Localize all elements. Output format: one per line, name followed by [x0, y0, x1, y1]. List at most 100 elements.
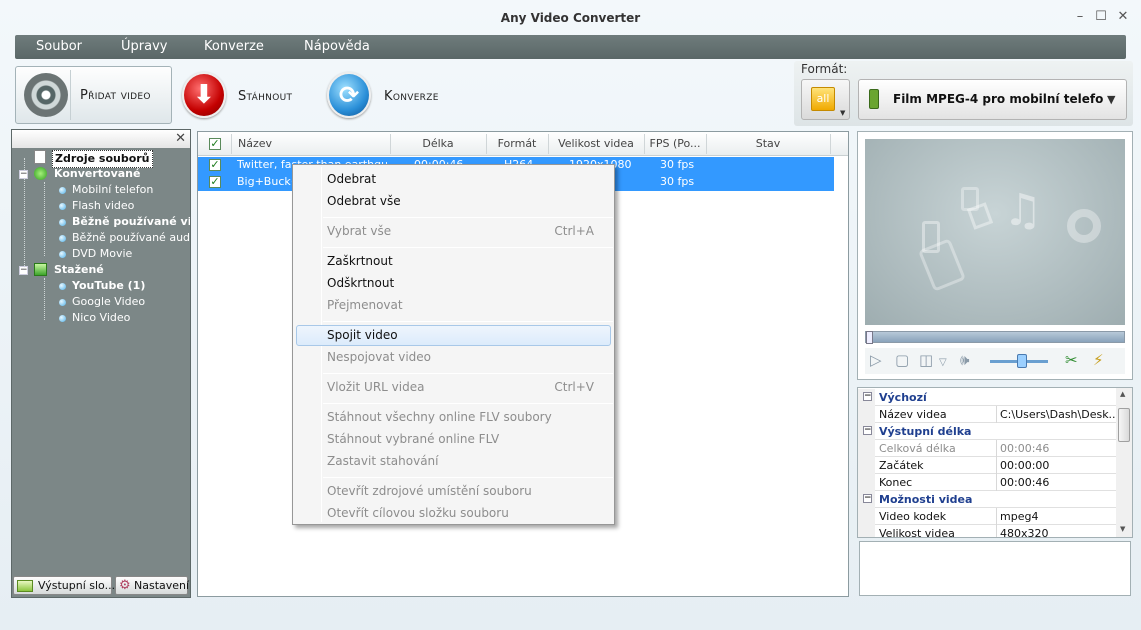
- menu-napoveda[interactable]: Nápověda: [304, 38, 370, 56]
- phone-icon: [922, 221, 940, 253]
- film-reel-icon: [24, 73, 68, 117]
- menu-item-remove[interactable]: Odebrat: [327, 172, 376, 186]
- collapse-icon[interactable]: −: [19, 170, 28, 179]
- download-label[interactable]: Stáhnout: [238, 89, 292, 104]
- menu-item-download-selected-flv: Stáhnout vybrané online FLV: [327, 432, 500, 446]
- scrollbar-thumb[interactable]: [1118, 408, 1130, 442]
- all-formats-icon: all: [811, 87, 835, 111]
- col-length[interactable]: Délka: [390, 137, 486, 150]
- bullet-icon: [59, 235, 66, 242]
- row-checkbox[interactable]: ✓: [209, 176, 221, 188]
- add-video-button[interactable]: Přidat video: [15, 66, 172, 124]
- volume-handle[interactable]: [1016, 354, 1027, 368]
- scroll-up-icon[interactable]: ▲: [1120, 390, 1125, 398]
- tree-item-nico[interactable]: Nico Video: [72, 310, 130, 326]
- settings-button[interactable]: ⚙ Nastavení: [115, 576, 189, 595]
- tree-downloaded[interactable]: Stažené: [54, 262, 104, 278]
- output-folder-button[interactable]: Výstupní slo...: [13, 576, 116, 595]
- convert-label[interactable]: Konverze: [384, 89, 439, 104]
- preview-screen: ♫: [865, 139, 1125, 325]
- menu-item-remove-all[interactable]: Odebrat vše: [327, 194, 401, 208]
- prop-row-video-size[interactable]: Velikost videa 480x320: [858, 525, 1116, 537]
- document-icon: [34, 150, 46, 164]
- prop-category-output-length[interactable]: − Výstupní délka: [858, 423, 1116, 440]
- close-icon[interactable]: ✕: [1113, 8, 1133, 26]
- folder-icon: [17, 580, 33, 592]
- maximize-icon[interactable]: ☐: [1091, 8, 1111, 26]
- sidebar-header: ✕: [12, 130, 190, 148]
- prop-row-total-length: Celková délka 00:00:46: [858, 440, 1116, 457]
- seek-handle[interactable]: [866, 331, 873, 344]
- property-description: [859, 541, 1131, 596]
- scroll-down-icon[interactable]: ▼: [1120, 525, 1125, 533]
- tree-item-common-video[interactable]: Běžně používané video: [72, 214, 190, 230]
- menu-shortcut-ctrl-v: Ctrl+V: [554, 380, 594, 394]
- format-category-button[interactable]: all ▼: [801, 79, 850, 120]
- film-strip-icon: [966, 202, 994, 230]
- mobile-phone-icon: [869, 89, 879, 109]
- output-folder-label: Výstupní slo...: [38, 579, 116, 592]
- minimize-icon[interactable]: –: [1070, 8, 1090, 26]
- tree-item-common-audio[interactable]: Běžně používané audioformáty: [72, 230, 190, 246]
- collapse-icon[interactable]: −: [19, 266, 28, 275]
- tree-item-youtube[interactable]: YouTube (1): [72, 278, 145, 294]
- col-format[interactable]: Formát: [486, 137, 548, 150]
- collapse-icon[interactable]: −: [863, 392, 872, 401]
- menu-item-insert-url: Vložit URL videa: [327, 380, 425, 394]
- tree-item-flash[interactable]: Flash video: [72, 198, 134, 214]
- play-icon[interactable]: ▷: [870, 352, 882, 368]
- col-name[interactable]: Název: [238, 137, 272, 150]
- add-video-label: Přidat video: [80, 88, 151, 103]
- menu-shortcut-ctrl-a: Ctrl+A: [554, 224, 594, 238]
- menu-soubor[interactable]: Soubor: [36, 38, 82, 56]
- prop-row-end[interactable]: Konec 00:00:46: [858, 474, 1116, 491]
- dropdown-arrow-icon[interactable]: ▽: [939, 355, 947, 371]
- tree-item-google[interactable]: Google Video: [72, 294, 145, 310]
- format-select-value: Film MPEG-4 pro mobilní telefon (*.m...: [893, 92, 1103, 106]
- menu-item-uncheck[interactable]: Odškrtnout: [327, 276, 394, 290]
- close-sidebar-icon[interactable]: ✕: [175, 131, 186, 146]
- convert-icon[interactable]: ⟳: [327, 72, 371, 118]
- col-video-size[interactable]: Velikost videa: [548, 137, 644, 150]
- col-fps[interactable]: FPS (Po...: [644, 137, 706, 150]
- properties-scrollbar[interactable]: ▲ ▼: [1116, 388, 1132, 537]
- bullet-icon: [59, 251, 66, 258]
- format-select[interactable]: Film MPEG-4 pro mobilní telefon (*.m... …: [858, 79, 1127, 120]
- stop-icon[interactable]: ▢: [895, 352, 909, 368]
- menu-upravy[interactable]: Úpravy: [121, 38, 167, 56]
- prop-row-codec[interactable]: Video kodek mpeg4: [858, 508, 1116, 525]
- menu-item-open-source: Otevřít zdrojové umístění souboru: [327, 484, 532, 498]
- select-all-checkbox[interactable]: ✓: [209, 138, 221, 150]
- menu-konverze[interactable]: Konverze: [204, 38, 264, 56]
- collapse-icon[interactable]: −: [863, 426, 872, 435]
- tree-item-mobile[interactable]: Mobilní telefon: [72, 182, 153, 198]
- seek-bar[interactable]: [865, 331, 1125, 344]
- prop-category-default[interactable]: − Výchozí: [858, 389, 1116, 406]
- volume-icon[interactable]: 🕪: [960, 352, 969, 368]
- video-preview: ♫ ▷ ▢ ◫ ▽ 🕪 ✂ ⚡: [857, 131, 1133, 380]
- row-fps: 30 fps: [660, 175, 695, 188]
- prop-category-video-options[interactable]: − Možnosti videa: [858, 491, 1116, 508]
- gear-icon: ⚙: [119, 578, 131, 593]
- chevron-down-icon[interactable]: ▼: [1107, 93, 1115, 106]
- menu-item-merge-video[interactable]: Spojit video: [327, 328, 398, 342]
- col-status[interactable]: Stav: [706, 137, 830, 150]
- download-icon[interactable]: ⬇: [182, 72, 226, 118]
- row-checkbox[interactable]: ✓: [209, 159, 221, 171]
- camera-icon[interactable]: ◫: [919, 352, 933, 368]
- tree-converted[interactable]: Konvertované: [54, 166, 140, 182]
- prop-row-video-name[interactable]: Název videa C:\Users\Dash\Desk...: [858, 406, 1116, 423]
- context-menu: Odebrat Odebrat vše Vybrat vše Ctrl+A Za…: [292, 164, 615, 525]
- bullet-icon: [59, 219, 66, 226]
- scissors-icon[interactable]: ✂: [1065, 352, 1078, 368]
- menu-item-download-all-flv: Stáhnout všechny online FLV soubory: [327, 410, 552, 424]
- menu-item-open-output: Otevřít cílovou složku souboru: [327, 506, 509, 520]
- magic-wand-icon[interactable]: ⚡: [1093, 352, 1104, 368]
- bullet-icon: [59, 203, 66, 210]
- row-fps: 30 fps: [660, 158, 695, 171]
- sidebar: ✕ Zdroje souborů − Konvertované Mobilní …: [11, 129, 191, 598]
- menu-item-check[interactable]: Zaškrtnout: [327, 254, 393, 268]
- tree-item-dvd[interactable]: DVD Movie: [72, 246, 132, 262]
- collapse-icon[interactable]: −: [863, 494, 872, 503]
- prop-row-start[interactable]: Začátek 00:00:00: [858, 457, 1116, 474]
